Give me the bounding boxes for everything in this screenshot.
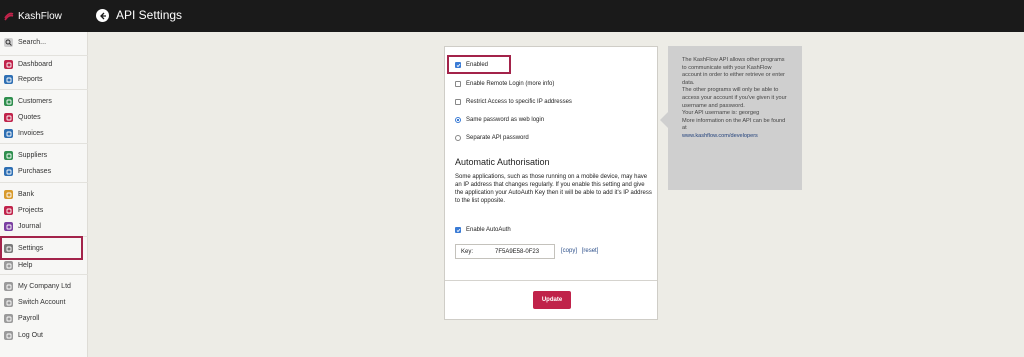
sidebar-divider [0,55,88,56]
brand[interactable]: KashFlow [0,0,88,32]
key-actions: [copy] [reset] [561,248,601,254]
enable-autoauth-checkbox[interactable]: Enable AutoAuth [455,225,511,235]
help-icon [4,261,13,270]
sidebar-item-journal[interactable]: Journal [2,220,84,233]
sidebar-item-switch-account[interactable]: Switch Account [2,296,84,309]
suppliers-icon [4,151,13,160]
update-button[interactable]: Update [533,291,571,309]
user-icon [4,282,13,291]
sidebar-item-projects[interactable]: Projects [2,204,84,217]
checkbox-checked-icon [455,227,461,233]
radio-selected-icon [455,117,461,123]
sidebar-divider [0,182,88,183]
purchases-icon [4,167,13,176]
remote-login-checkbox[interactable]: Enable Remote Login (more info) [455,79,554,89]
autoauth-key-field[interactable]: Key: 7F5A9E58-0F23 [455,244,555,259]
dashboard-icon [4,60,13,69]
quotes-icon [4,113,13,122]
sidebar-item-bank[interactable]: Bank [2,188,84,201]
sidebar-item-label: Purchases [18,168,52,175]
enabled-label: Enabled [466,62,489,68]
projects-icon [4,206,13,215]
key-value: 7F5A9E58-0F23 [495,248,540,255]
restrict-ip-label: Restrict Access to specific IP addresses [466,99,572,105]
search-placeholder: Search... [18,39,47,46]
invoices-icon [4,129,13,138]
separate-password-label: Separate API password [466,135,529,141]
search-field[interactable]: Search... [2,36,84,49]
api-info-box: The KashFlow API allows other programs t… [668,46,802,190]
sidebar-item-label: Invoices [18,130,44,137]
sidebar-item-label: Switch Account [18,299,66,306]
sidebar-item-label: Log Out [18,332,43,339]
payroll-icon [4,314,13,323]
info-paragraph: More information on the API can be found… [682,117,786,132]
copy-key-link[interactable]: [copy] [561,248,577,254]
sidebar-item-dashboard[interactable]: Dashboard [2,58,84,71]
api-settings-panel: Enabled Enable Remote Login (more info) … [444,46,658,320]
checkbox-unchecked-icon [455,99,461,105]
sidebar-item-label: Payroll [18,315,40,322]
sidebar-item-label: Customers [18,98,52,105]
sidebar-divider [0,274,88,275]
sidebar-item-label: Help [18,262,33,269]
sidebar-item-label: Dashboard [18,61,53,68]
sidebar-divider [0,89,88,90]
reset-key-link[interactable]: [reset] [582,248,599,254]
reports-icon [4,75,13,84]
back-button[interactable] [96,9,109,22]
sidebar-item-customers[interactable]: Customers [2,95,84,108]
sidebar-item-my-company-ltd[interactable]: My Company Ltd [2,280,84,293]
same-password-radio[interactable]: Same password as web login [455,115,544,125]
sidebar-item-log-out[interactable]: Log Out [2,329,84,342]
info-paragraph: The KashFlow API allows other programs t… [682,57,785,86]
sidebar-item-label: Bank [18,191,34,198]
sidebar-item-quotes[interactable]: Quotes [2,111,84,124]
sidebar-divider [0,143,88,144]
bank-icon [4,190,13,199]
customers-icon [4,97,13,106]
settings-highlight-box [0,236,83,260]
sidebar-item-label: Quotes [18,114,41,121]
checkbox-unchecked-icon [455,81,461,87]
info-pointer [660,112,668,128]
enabled-checkbox[interactable]: Enabled [455,60,488,70]
auto-auth-title: Automatic Authorisation [455,157,550,167]
sidebar-item-label: My Company Ltd [18,283,71,290]
key-label: Key: [461,248,474,255]
top-bar: KashFlow API Settings [0,0,1024,32]
kashflow-logo-icon [4,11,14,21]
sidebar-item-label: Journal [18,223,41,230]
brand-name: KashFlow [18,10,62,22]
radio-unselected-icon [455,135,461,141]
arrow-left-icon [99,12,106,19]
info-paragraph: The other programs will only be able to … [682,87,787,109]
sidebar-item-payroll[interactable]: Payroll [2,312,84,325]
page-title: API Settings [116,8,183,22]
auto-auth-description: Some applications, such as those running… [455,174,652,204]
sidebar-item-label: Suppliers [18,152,48,159]
info-username: Your API username is: georgeg [682,110,760,117]
logout-icon [4,331,13,340]
enable-autoauth-label: Enable AutoAuth [466,227,511,233]
remote-login-label: Enable Remote Login (more info) [466,81,555,87]
sidebar-item-reports[interactable]: Reports [2,73,84,86]
sidebar-item-suppliers[interactable]: Suppliers [2,149,84,162]
same-password-label: Same password as web login [466,117,545,123]
sidebar-item-label: Projects [18,207,44,214]
sidebar-item-label: Reports [18,76,43,83]
separate-password-radio[interactable]: Separate API password [455,133,529,143]
journal-icon [4,222,13,231]
panel-divider [445,280,657,281]
search-icon [4,38,13,47]
sidebar-item-help[interactable]: Help [2,259,84,272]
developers-link[interactable]: www.kashflow.com/developers [682,133,788,141]
switch-icon [4,298,13,307]
sidebar-item-purchases[interactable]: Purchases [2,165,84,178]
sidebar-item-invoices[interactable]: Invoices [2,127,84,140]
checkbox-checked-icon [455,62,461,68]
restrict-ip-checkbox[interactable]: Restrict Access to specific IP addresses [455,97,572,107]
